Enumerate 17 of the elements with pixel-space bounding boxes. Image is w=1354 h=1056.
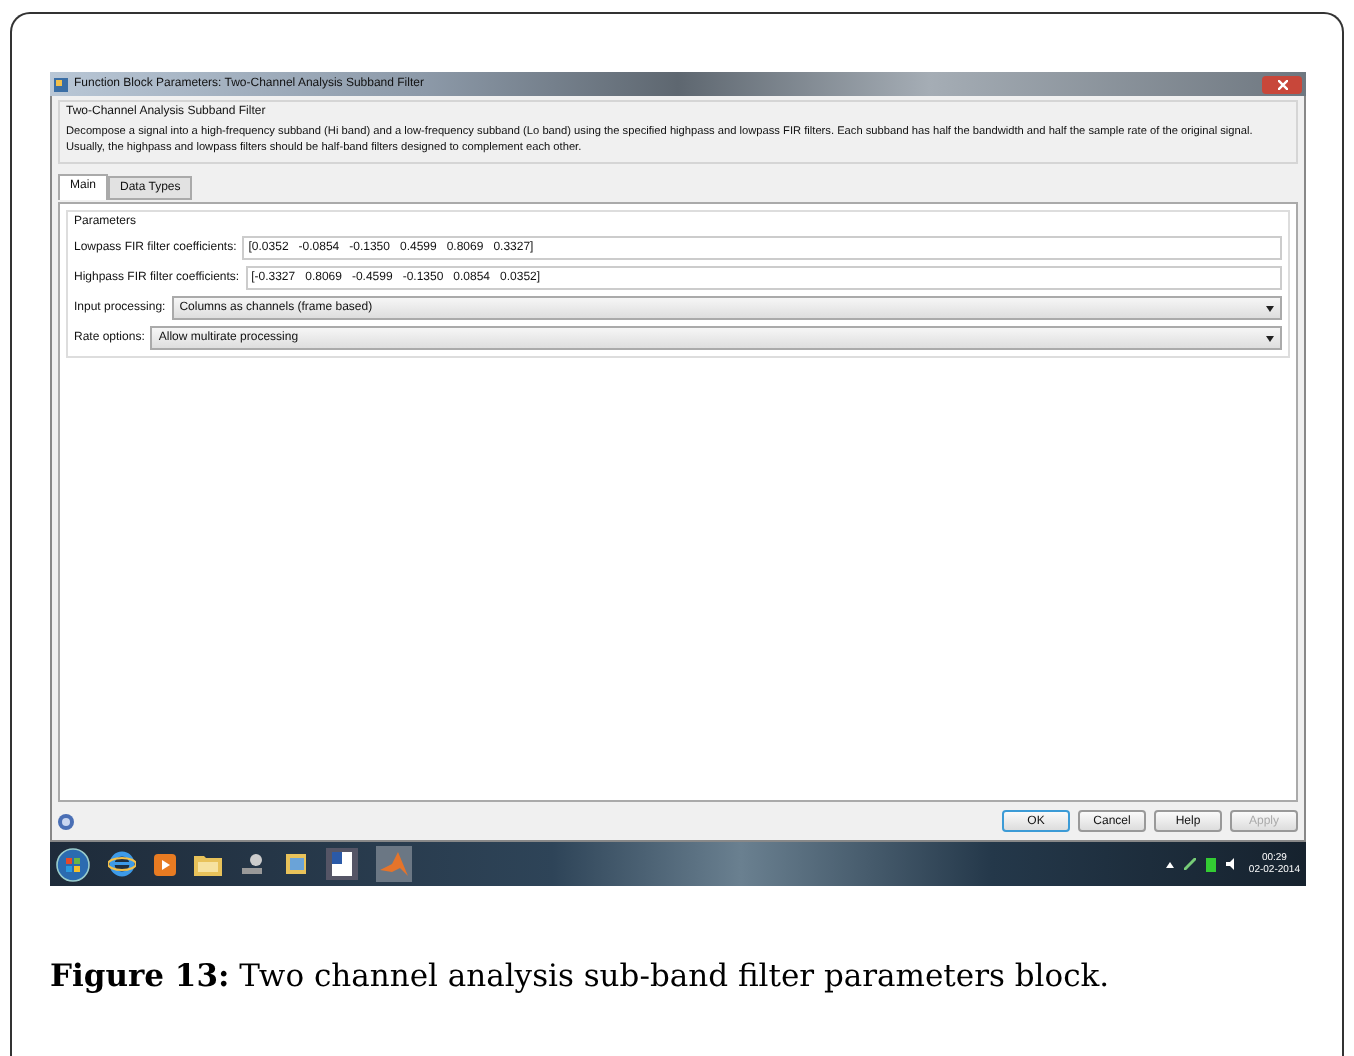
- help-icon[interactable]: [58, 813, 74, 829]
- close-icon: [1277, 79, 1287, 89]
- browser-icon[interactable]: [108, 850, 136, 878]
- speaker-icon[interactable]: [1226, 858, 1239, 870]
- start-icon[interactable]: [56, 847, 90, 881]
- battery-icon[interactable]: [1206, 857, 1217, 871]
- tray-arrow-icon[interactable]: [1166, 861, 1175, 867]
- document-icon[interactable]: [326, 848, 358, 880]
- caret-icon: [1266, 305, 1274, 311]
- figure-caption: Figure 13: Two channel analysis sub-band filter parameters block.: [50, 956, 1112, 994]
- app-icon: [54, 77, 68, 91]
- caret-icon: [1266, 335, 1274, 341]
- media-player-icon[interactable]: [154, 853, 176, 875]
- folder-icon[interactable]: [194, 852, 222, 876]
- close-button[interactable]: [1262, 75, 1302, 93]
- tray-icon[interactable]: [1184, 858, 1197, 870]
- image-viewer-icon[interactable]: [284, 852, 308, 876]
